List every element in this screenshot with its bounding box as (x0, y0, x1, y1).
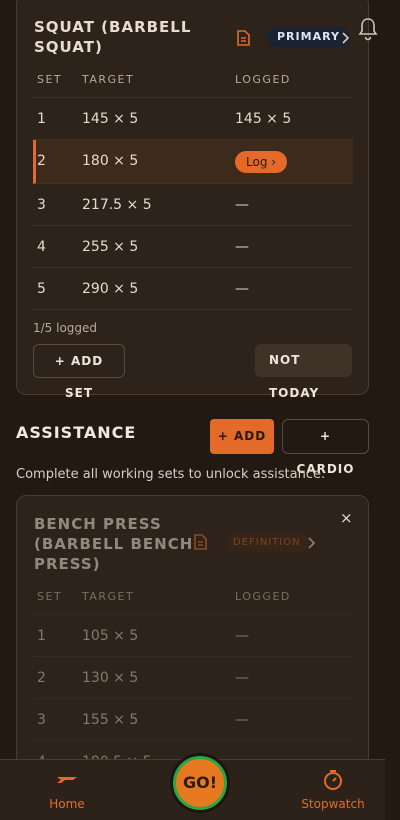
sets-table: SET TARGET LOGGED 1 105 × 5 — 2 130 × 5 … (33, 577, 353, 783)
set-number: 5 (37, 281, 46, 297)
set-target: 145 × 5 (82, 111, 139, 127)
definition-badge: DEFINITION (225, 533, 309, 553)
set-logged: — (235, 281, 249, 297)
primary-exercise-card: Squat (Barbell Squat) PRIMARY SET TARGET… (16, 0, 369, 400)
set-target: 130 × 5 (82, 670, 139, 686)
table-row: 5 290 × 5 — (33, 268, 353, 310)
set-number: 1 (37, 628, 46, 644)
bench-exercise-card: Bench Press (Barbell Bench Press) DEFINI… (16, 495, 369, 795)
set-number: 2 (37, 670, 46, 686)
table-row: 4 255 × 5 — (33, 226, 353, 268)
set-number: 2 (37, 153, 46, 169)
table-header: SET TARGET LOGGED (33, 60, 353, 98)
set-logged: — (235, 197, 249, 213)
barbell-icon (57, 777, 77, 783)
chevron-right-icon[interactable] (304, 536, 318, 550)
set-logged: 145 × 5 (235, 111, 292, 127)
table-header: SET TARGET LOGGED (33, 577, 353, 615)
set-logged: — (235, 239, 249, 255)
notes-icon[interactable] (234, 29, 252, 47)
table-row: 1 105 × 5 — (33, 615, 353, 657)
log-set-button[interactable]: Log › (235, 151, 288, 173)
table-row: 1 145 × 5 145 × 5 (33, 98, 353, 140)
set-number: 3 (37, 197, 46, 213)
chevron-right-icon[interactable] (338, 31, 352, 45)
set-logged: — (235, 712, 249, 728)
nav-home[interactable]: Home (17, 760, 117, 820)
table-row-active: 2 180 × 5 Log › (33, 140, 353, 184)
exercise-title: Squat (Barbell Squat) (34, 18, 192, 56)
set-number: 3 (37, 712, 46, 728)
set-target: 255 × 5 (82, 239, 139, 255)
set-number: 4 (37, 239, 46, 255)
add-cardio-button[interactable]: + CARDIO (282, 419, 369, 476)
header-target: TARGET (82, 590, 135, 603)
header-set: SET (37, 590, 63, 603)
table-row: 2 130 × 5 — (33, 657, 353, 699)
add-assistance-button[interactable]: + ADD (210, 419, 274, 454)
bell-icon[interactable] (356, 16, 380, 42)
header-logged: LOGGED (235, 590, 291, 603)
nav-stopwatch-label: Stopwatch (301, 797, 365, 811)
assistance-title: ASSISTANCE (16, 423, 137, 442)
set-target: 180 × 5 (82, 153, 139, 169)
logged-count: 1/5 logged (33, 321, 98, 335)
bottom-nav: Home GO! Stopwatch (0, 756, 385, 820)
nav-home-label: Home (49, 797, 85, 811)
not-today-button[interactable]: NOT TODAY (255, 344, 352, 400)
set-target: 290 × 5 (82, 281, 139, 297)
header-set: SET (37, 73, 63, 86)
table-row: 3 217.5 × 5 — (33, 184, 353, 226)
header-logged: LOGGED (235, 73, 291, 86)
sets-table: SET TARGET LOGGED 1 145 × 5 145 × 5 2 18… (33, 60, 353, 310)
assistance-hint: Complete all working sets to unlock assi… (16, 467, 326, 482)
header-target: TARGET (82, 73, 135, 86)
close-icon[interactable]: × (340, 509, 353, 527)
table-row: 3 155 × 5 — (33, 699, 353, 741)
go-button[interactable]: GO! (173, 756, 227, 810)
set-target: 155 × 5 (82, 712, 139, 728)
add-set-button[interactable]: + ADD SET (33, 344, 125, 400)
notes-icon[interactable] (191, 533, 209, 551)
exercise-title: Bench Press (Barbell Bench Press) (34, 515, 194, 573)
nav-stopwatch[interactable]: Stopwatch (283, 760, 383, 820)
set-target: 217.5 × 5 (82, 197, 152, 213)
set-logged: — (235, 628, 249, 644)
set-number: 1 (37, 111, 46, 127)
stopwatch-icon (324, 770, 342, 790)
set-logged: — (235, 670, 249, 686)
set-target: 105 × 5 (82, 628, 139, 644)
